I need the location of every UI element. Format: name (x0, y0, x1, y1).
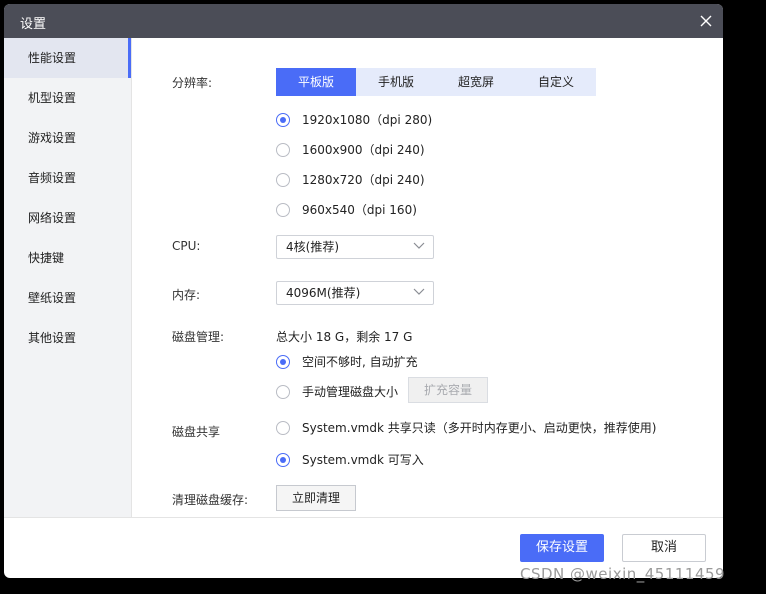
dialog-title: 设置 (20, 17, 47, 32)
disk-option-auto-expand[interactable]: 空间不够时, 自动扩充 (276, 353, 418, 370)
close-icon (700, 15, 712, 27)
memory-select[interactable]: 4096M(推荐) (276, 281, 434, 305)
sidebar-item-wallpaper[interactable]: 壁纸设置 (4, 278, 131, 318)
close-button[interactable] (697, 12, 715, 30)
resolution-label: 分辨率: (172, 76, 213, 90)
chevron-down-icon (413, 242, 425, 249)
tab-custom[interactable]: 自定义 (516, 68, 596, 96)
radio-button (276, 142, 290, 157)
resolution-option-1600[interactable]: 1600x900（dpi 240) (276, 141, 425, 158)
radio-button (276, 172, 290, 187)
disk-summary: 总大小 18 G，剩余 17 G (276, 330, 413, 344)
sidebar-item-shortcuts[interactable]: 快捷键 (4, 238, 131, 278)
resolution-option-960[interactable]: 960x540（dpi 160) (276, 201, 417, 218)
clear-cache-label: 清理磁盘缓存: (172, 493, 249, 507)
radio-button-selected (276, 112, 290, 127)
cpu-select[interactable]: 4核(推荐) (276, 235, 434, 259)
radio-button-selected (276, 452, 290, 467)
settings-content: 分辨率: 平板版 手机版 超宽屏 自定义 1920x1080（dpi 280) … (132, 38, 723, 517)
disk-option-manual[interactable]: 手动管理磁盘大小 (276, 383, 398, 400)
resolution-option-1280[interactable]: 1280x720（dpi 240) (276, 171, 425, 188)
settings-dialog: 设置 性能设置 机型设置 游戏设置 音频设置 网络设置 快捷键 壁纸设置 其他设… (4, 4, 723, 578)
tab-ultrawide[interactable]: 超宽屏 (436, 68, 516, 96)
sidebar-item-performance[interactable]: 性能设置 (4, 38, 131, 78)
radio-button (276, 384, 290, 399)
cancel-button[interactable]: 取消 (622, 534, 706, 562)
memory-label: 内存: (172, 288, 201, 302)
chevron-down-icon (413, 288, 425, 295)
sidebar-item-audio[interactable]: 音频设置 (4, 158, 131, 198)
sidebar-item-network[interactable]: 网络设置 (4, 198, 131, 238)
watermark: CSDN @weixin_45111459 (520, 565, 726, 583)
cpu-label: CPU: (172, 239, 201, 253)
clear-cache-button[interactable]: 立即清理 (276, 485, 356, 511)
sidebar-item-game[interactable]: 游戏设置 (4, 118, 131, 158)
disk-share-label: 磁盘共享 (172, 425, 221, 439)
resolution-tabs: 平板版 手机版 超宽屏 自定义 (276, 68, 596, 96)
resolution-option-1920[interactable]: 1920x1080（dpi 280) (276, 111, 432, 128)
save-button[interactable]: 保存设置 (520, 534, 604, 562)
expand-capacity-button[interactable]: 扩充容量 (408, 377, 488, 403)
radio-button (276, 202, 290, 217)
radio-button (276, 420, 290, 435)
sidebar-item-model[interactable]: 机型设置 (4, 78, 131, 118)
tab-phone[interactable]: 手机版 (356, 68, 436, 96)
disk-label: 磁盘管理: (172, 330, 225, 344)
share-option-readonly[interactable]: System.vmdk 共享只读（多开时内存更小、启动更快，推荐使用) (276, 419, 656, 436)
sidebar: 性能设置 机型设置 游戏设置 音频设置 网络设置 快捷键 壁纸设置 其他设置 (4, 38, 132, 517)
radio-button-selected (276, 354, 290, 369)
sidebar-item-other[interactable]: 其他设置 (4, 318, 131, 358)
title-bar: 设置 (4, 4, 723, 38)
share-option-writable[interactable]: System.vmdk 可写入 (276, 451, 424, 468)
tab-tablet[interactable]: 平板版 (276, 68, 356, 96)
